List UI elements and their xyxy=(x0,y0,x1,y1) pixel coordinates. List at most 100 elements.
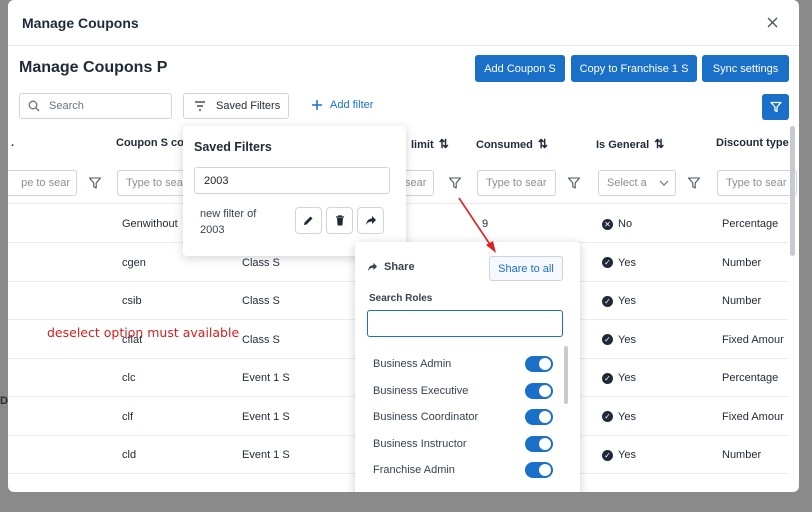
saved-filters-label: Saved Filters xyxy=(216,100,281,112)
check-circle-icon: ✓ xyxy=(602,449,613,461)
discount-type-cell: Fixed Amour xyxy=(722,333,784,346)
coupon-code-cell: cgen xyxy=(122,256,146,269)
saved-filter-item-label[interactable]: new filter of 2003 xyxy=(200,206,270,238)
plus-icon xyxy=(312,100,322,110)
coupon-code-cell: cld xyxy=(122,449,137,461)
add-coupon-button[interactable]: Add Coupon S xyxy=(475,55,565,82)
is-general-value: Yes xyxy=(618,449,636,461)
saved-filters-search-input[interactable]: 2003 xyxy=(194,167,390,194)
column-filter-input[interactable]: Type to sear xyxy=(717,170,797,196)
share-to-all-button[interactable]: Share to all xyxy=(489,256,563,281)
close-icon xyxy=(767,17,777,27)
search-placeholder: Search xyxy=(49,100,84,112)
role-item: Business Instructor xyxy=(373,434,553,454)
role-toggle[interactable] xyxy=(525,435,553,452)
role-item: Business Coordinator xyxy=(373,407,553,427)
column-header-limit[interactable]: limit ⇅ xyxy=(411,137,449,151)
add-filter-button[interactable]: Add filter xyxy=(311,99,373,111)
is-general-value: Yes xyxy=(618,372,636,384)
role-name: Franchise Admin xyxy=(373,464,455,476)
check-circle-icon: ✓ xyxy=(602,257,613,268)
consumed-cell: 9 xyxy=(482,218,489,230)
is-general-cell: ✓ Yes xyxy=(602,334,636,346)
column-header-is-general[interactable]: Is General ⇅ xyxy=(596,137,664,151)
column-filter-input[interactable]: Type to sear xyxy=(477,170,556,196)
column-filter-input[interactable]: Type to sea xyxy=(117,170,187,196)
saved-filters-button[interactable]: Saved Filters xyxy=(183,93,289,119)
is-general-value: Yes xyxy=(618,410,636,423)
modal-header: Manage Coupons xyxy=(8,0,799,46)
column-header-consumed-label: Consumed xyxy=(476,139,533,151)
role-toggle[interactable] xyxy=(525,382,553,399)
is-general-value: Yes xyxy=(618,256,636,269)
coupon-class-cell: Event 1 S xyxy=(242,410,290,423)
check-circle-icon: ✓ xyxy=(602,411,613,422)
check-circle-icon: ✓ xyxy=(602,334,613,345)
add-filter-label: Add filter xyxy=(330,99,374,111)
is-general-cell: ✕ No xyxy=(602,218,632,230)
role-name: Business Executive xyxy=(373,384,469,397)
funnel-icon[interactable] xyxy=(448,176,462,190)
is-general-value: Yes xyxy=(618,333,636,346)
filter-toggle-button[interactable] xyxy=(762,94,789,120)
funnel-icon xyxy=(769,101,782,113)
share-popover: Share Share to all Search Roles Business… xyxy=(355,242,580,492)
coupon-class-cell: Class S xyxy=(242,333,280,346)
table-scrollbar[interactable] xyxy=(790,126,795,256)
coupon-class-cell: Class S xyxy=(242,256,280,269)
column-filter-input[interactable]: pe to sear xyxy=(8,170,77,196)
manage-coupons-modal: Manage Coupons Manage Coupons P Add Coup… xyxy=(8,0,799,492)
check-circle-icon: ✓ xyxy=(602,295,613,307)
is-general-cell: ✓ Yes xyxy=(602,257,636,269)
role-item: Franchise Admin xyxy=(373,460,553,480)
discount-type-cell: Number xyxy=(722,256,762,269)
share-filter-button[interactable] xyxy=(357,207,384,234)
column-header-consumed[interactable]: Consumed ⇅ xyxy=(476,137,548,151)
share-title: Share xyxy=(367,261,415,273)
column-header-partial: . xyxy=(11,137,15,149)
coupon-code-cell: Genwithout xyxy=(122,218,178,230)
discount-type-cell: Number xyxy=(722,295,762,307)
x-circle-icon: ✕ xyxy=(602,218,613,230)
coupon-code-cell: csib xyxy=(122,295,142,307)
search-roles-input[interactable] xyxy=(367,310,563,337)
close-button[interactable] xyxy=(763,13,781,31)
funnel-icon[interactable] xyxy=(687,176,701,190)
role-toggle[interactable] xyxy=(525,356,553,372)
background-fragment: D xyxy=(0,395,8,407)
is-general-cell: ✓ Yes xyxy=(602,411,636,423)
copy-to-franchise-button[interactable]: Copy to Franchise 1 S xyxy=(571,55,697,82)
share-icon xyxy=(367,262,378,272)
role-name: Business Coordinator xyxy=(373,411,479,423)
coupon-code-cell: clc xyxy=(122,372,136,384)
is-general-cell: ✓ Yes xyxy=(602,449,636,461)
role-item: Business Admin xyxy=(373,354,553,374)
column-header-discount-type[interactable]: Discount type xyxy=(716,137,789,149)
sort-icon[interactable]: ⇅ xyxy=(439,137,449,151)
edit-filter-button[interactable] xyxy=(295,207,322,234)
sort-icon[interactable]: ⇅ xyxy=(538,137,548,151)
is-general-select[interactable]: Select a xyxy=(598,170,676,196)
funnel-icon[interactable] xyxy=(567,176,581,190)
modal-title: Manage Coupons xyxy=(22,15,139,31)
page-heading: Manage Coupons P xyxy=(19,59,168,76)
share-icon xyxy=(365,216,376,225)
is-general-cell: ✓ Yes xyxy=(602,295,636,307)
role-toggle[interactable] xyxy=(525,462,553,478)
share-title-label: Share xyxy=(384,261,415,273)
saved-filters-popover: Saved Filters 2003 new filter of 2003 xyxy=(183,126,406,256)
coupon-code-cell: clf xyxy=(122,410,133,423)
role-toggle[interactable] xyxy=(525,409,553,425)
sync-settings-button[interactable]: Sync settings xyxy=(702,55,789,82)
sort-icon[interactable]: ⇅ xyxy=(654,137,664,151)
roles-scrollbar[interactable] xyxy=(564,346,568,404)
discount-type-cell: Percentage xyxy=(722,372,779,384)
search-roles-label: Search Roles xyxy=(369,293,433,304)
funnel-icon[interactable] xyxy=(88,176,102,190)
column-header-coupon-code[interactable]: Coupon S co xyxy=(116,137,184,149)
delete-filter-button[interactable] xyxy=(326,207,353,234)
annotation-note: deselect option must available xyxy=(47,325,240,340)
filter-lines-icon xyxy=(195,101,205,111)
discount-type-cell: Number xyxy=(722,449,762,461)
search-input[interactable]: Search xyxy=(19,93,172,119)
